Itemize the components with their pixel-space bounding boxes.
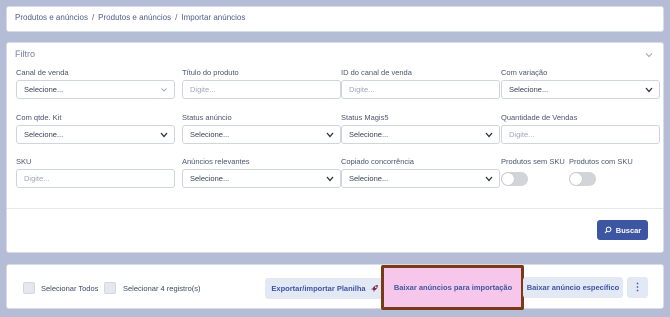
download-specific-ad-button[interactable]: Baixar anúncio específico	[523, 277, 623, 298]
sales-qty-placeholder: Digite...	[509, 130, 535, 139]
magis5-status-value: Selecione...	[349, 130, 389, 139]
breadcrumb-item-products[interactable]: Produtos e anúncios	[15, 13, 88, 22]
download-specific-ad-label: Baixar anúncio específico	[526, 283, 620, 292]
toggle-knob	[570, 173, 582, 185]
search-button-label: Buscar	[615, 225, 642, 235]
breadcrumb-separator: /	[175, 13, 178, 22]
relevant-ads-value: Selecione...	[190, 174, 230, 183]
chevron-down-icon	[485, 176, 493, 182]
product-title-placeholder: Digite...	[190, 85, 216, 94]
ad-status-value: Selecione...	[190, 130, 230, 139]
chevron-down-icon	[161, 88, 167, 92]
download-ads-for-import-label: Baixar anúncios para importação	[393, 283, 513, 292]
toggle-knob	[502, 173, 514, 185]
divider	[7, 208, 663, 209]
copied-competition-value: Selecione...	[349, 174, 389, 183]
copied-competition-label: Copiado concorrência	[341, 157, 414, 166]
filter-panel: Filtro Canal de venda Selecione... Títul…	[6, 42, 664, 253]
products-without-sku-toggle[interactable]	[501, 172, 528, 186]
search-button[interactable]: Buscar	[597, 220, 648, 240]
sales-channel-select[interactable]: Selecione...	[16, 80, 175, 99]
more-vertical-icon: ⋮	[632, 282, 643, 293]
sales-channel-value: Selecione...	[24, 85, 64, 94]
channel-id-label: ID do canal de venda	[341, 68, 412, 77]
channel-id-placeholder: Digite...	[349, 85, 375, 94]
chevron-down-icon	[326, 176, 334, 182]
with-variation-label: Com variação	[501, 68, 548, 77]
export-import-sheet-label: Exportar/importar Planilha	[271, 284, 366, 293]
sales-qty-input[interactable]: Digite...	[501, 125, 660, 144]
chevron-down-icon	[485, 132, 493, 138]
relevant-ads-select[interactable]: Selecione...	[182, 169, 341, 188]
select-records-label[interactable]: Selecionar 4 registro(s)	[123, 284, 201, 293]
copied-competition-select[interactable]: Selecione...	[341, 169, 500, 188]
product-title-label: Título do produto	[182, 68, 239, 77]
more-options-button[interactable]: ⋮	[627, 277, 648, 298]
sales-qty-label: Quantidade de Vendas	[501, 113, 578, 122]
chevron-down-icon[interactable]	[645, 51, 653, 59]
with-variation-value: Selecione...	[509, 85, 549, 94]
breadcrumb-separator: /	[91, 13, 95, 22]
ad-status-select[interactable]: Selecione...	[182, 125, 341, 144]
kit-qty-value: Selecione...	[24, 130, 64, 139]
filter-title: Filtro	[15, 49, 35, 59]
sku-input[interactable]: Digite...	[16, 169, 175, 188]
sku-placeholder: Digite...	[24, 174, 50, 183]
sales-channel-label: Canal de venda	[16, 68, 69, 77]
products-without-sku-label: Produtos sem SKU	[501, 157, 565, 166]
magis5-status-select[interactable]: Selecione...	[341, 125, 500, 144]
sku-label: SKU	[16, 157, 32, 166]
chevron-down-icon	[645, 87, 653, 93]
with-variation-select[interactable]: Selecione...	[501, 80, 660, 99]
kit-qty-select[interactable]: Selecione...	[16, 125, 175, 144]
relevant-ads-label: Anúncios relevantes	[182, 157, 250, 166]
download-ads-for-import-button[interactable]: Baixar anúncios para importação	[390, 277, 516, 298]
magis5-status-label: Status Magis5	[341, 113, 389, 122]
kit-qty-label: Com qtde. Kit	[16, 113, 62, 122]
breadcrumb: Produtos e anúncios / Produtos e anúncio…	[15, 13, 245, 22]
search-icon	[604, 226, 612, 234]
export-import-sheet-button[interactable]: Exportar/importar Planilha	[265, 278, 385, 299]
rocket-icon	[370, 285, 378, 292]
channel-id-input[interactable]: Digite...	[341, 80, 500, 99]
select-all-label[interactable]: Selecionar Todos	[41, 284, 98, 293]
breadcrumb-item-products-ads[interactable]: Produtos e anúncios	[98, 13, 171, 22]
select-all-checkbox[interactable]	[23, 282, 35, 294]
select-records-checkbox[interactable]	[104, 282, 116, 294]
breadcrumb-item-import-ads: Importar anúncios	[181, 13, 246, 22]
product-title-input[interactable]: Digite...	[182, 80, 341, 99]
products-with-sku-label: Produtos com SKU	[569, 157, 633, 166]
ad-status-label: Status anúncio	[182, 113, 232, 122]
chevron-down-icon	[160, 132, 168, 138]
breadcrumb-card: Produtos e anúncios / Produtos e anúncio…	[6, 6, 664, 32]
products-with-sku-toggle[interactable]	[569, 172, 596, 186]
chevron-down-icon	[326, 132, 334, 138]
